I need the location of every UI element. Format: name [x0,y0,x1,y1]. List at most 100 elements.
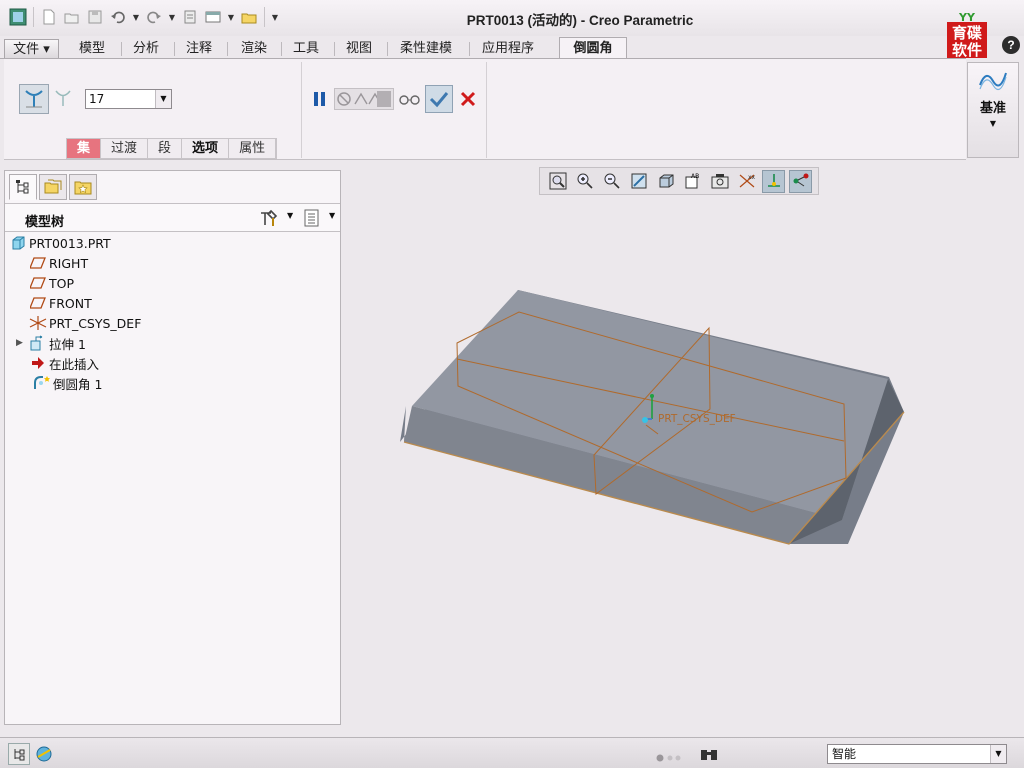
undo-dropdown-icon[interactable]: ▼ [131,7,141,27]
tab-flexible-modeling[interactable]: 柔性建模 [387,39,465,59]
datum-icon [978,67,1008,96]
app-icon[interactable] [8,7,28,27]
verify-glasses-icon[interactable] [398,88,422,110]
expand-arrow-icon[interactable]: ▶ [16,338,29,348]
regenerate-icon[interactable] [180,7,200,27]
redo-dropdown-icon[interactable]: ▼ [167,7,177,27]
redo-icon[interactable] [144,7,164,27]
csys-icon [29,315,47,331]
navigator-pane: 模型树 ▼ ▼ PRT0013.PRT RIGHT TOP FRONT PRT_… [4,170,341,725]
zoom-out-icon[interactable] [600,170,623,193]
tree-item-insert-here[interactable]: 在此插入 [29,353,99,373]
pause-icon[interactable] [309,88,331,110]
zoom-in-icon[interactable] [573,170,596,193]
tree-item-top[interactable]: TOP [29,273,74,293]
spin-center-icon[interactable] [762,169,785,193]
datum-label: 基准 [979,101,1006,116]
tab-model[interactable]: 模型 [67,39,117,59]
selection-filter-value: 智能 [832,747,857,761]
annotation-display-icon[interactable] [789,169,812,193]
tree-item-front[interactable]: FRONT [29,293,92,313]
customize-qat-icon[interactable]: ▼ [270,7,280,27]
subtab-pieces[interactable]: 段 [148,139,183,158]
tree-item-label: 在此插入 [49,356,100,372]
show-dropdown-icon[interactable]: ▼ [329,211,335,220]
refit-icon[interactable] [546,170,569,193]
navigator-toggle-icon[interactable] [8,743,30,765]
repaint-icon[interactable] [627,170,650,193]
folder-browser-tab-icon[interactable] [39,174,67,200]
radius-input[interactable]: 17 ▼ [85,89,172,109]
csys-label: PRT_CSYS_DEF [658,413,736,425]
title-bar: ▼ ▼ ▼ ▼ PRT0013 (活动的) - Creo Parametric [0,0,1024,36]
display-style-icon[interactable] [654,170,677,193]
subtab-properties[interactable]: 属性 [229,139,277,158]
datum-display-filters-icon[interactable]: xx [735,170,758,193]
tree-item-round[interactable]: 倒圆角 1 [33,373,102,393]
selection-filter-dropdown-icon[interactable]: ▼ [990,745,1006,763]
show-icon[interactable] [303,209,321,230]
round-icon [33,375,51,391]
extrude-icon [29,335,47,351]
tree-item-extrude[interactable]: ▶ 拉伸 1 [16,333,86,353]
tree-item-label: 倒圆角 1 [53,376,103,392]
tab-view[interactable]: 视图 [334,39,384,59]
circular-round-icon[interactable] [19,84,49,114]
save-icon[interactable] [85,7,105,27]
insert-here-arrow-icon [29,355,47,371]
model-tree-tab-icon[interactable] [9,174,37,200]
ribbon-tabs: 文件 ▾ 模型 分析 注释 渲染 工具 视图 柔性建模 应用程序 倒圆角 [0,37,1024,60]
model-tree-title: 模型树 [25,215,65,230]
tree-item-part[interactable]: PRT0013.PRT [9,233,111,253]
windows-icon[interactable] [203,7,223,27]
ribbon-divider [486,62,487,158]
svg-text:xx: xx [748,174,756,181]
tree-item-csys[interactable]: PRT_CSYS_DEF [29,313,141,333]
tree-item-right[interactable]: RIGHT [29,253,88,273]
tree-settings-icon[interactable] [259,209,281,230]
view-manager-icon[interactable] [708,170,731,193]
selection-filter[interactable]: 智能 ▼ [827,744,1007,764]
find-binoculars-icon[interactable] [697,744,721,764]
radius-dropdown-icon[interactable]: ▼ [155,90,171,108]
favorites-tab-icon[interactable] [69,174,97,200]
subtab-sets[interactable]: 集 [67,139,102,158]
svg-text:AB: AB [691,173,699,180]
ok-checkmark-button[interactable] [425,85,453,113]
tab-analysis[interactable]: 分析 [121,39,171,59]
windows-dropdown-icon[interactable]: ▼ [226,7,236,27]
preview-options-icon[interactable] [334,88,394,110]
tab-applications[interactable]: 应用程序 [469,39,547,59]
window-title: PRT0013 (活动的) - Creo Parametric [466,13,694,28]
undo-icon[interactable] [108,7,128,27]
tab-file[interactable]: 文件 ▾ [4,39,59,59]
datum-plane-icon [29,275,47,291]
datum-plane-icon [29,255,47,271]
status-bar: 智能 ▼ [0,737,1024,768]
new-icon[interactable] [39,7,59,27]
tree-item-label: PRT0013.PRT [29,235,111,251]
browser-toggle-icon[interactable] [33,743,55,765]
tab-render[interactable]: 渲染 [227,39,281,59]
tree-item-label: 拉伸 1 [49,336,86,352]
saved-orientations-icon[interactable]: AB [681,170,704,193]
tab-tools[interactable]: 工具 [281,39,331,59]
datum-button[interactable]: 基准 ▼ [967,62,1019,158]
datum-dropdown-icon: ▼ [989,119,997,128]
ribbon-divider [301,62,302,158]
close-window-icon[interactable] [239,7,259,27]
subtab-transitions[interactable]: 过渡 [101,139,149,158]
tree-item-label: PRT_CSYS_DEF [49,315,142,331]
model-tree-header: 模型树 ▼ ▼ [5,203,340,232]
tree-item-label: TOP [49,275,75,291]
tab-annotate[interactable]: 注释 [174,39,224,59]
tree-settings-dropdown-icon[interactable]: ▼ [287,211,293,220]
conic-round-icon[interactable] [51,86,75,110]
tab-round[interactable]: 倒圆角 [559,37,627,60]
open-icon[interactable] [62,7,82,27]
datum-plane-icon [29,295,47,311]
cancel-x-button[interactable] [457,88,479,110]
radius-value: 17 [89,92,105,106]
subtab-options[interactable]: 选项 [182,139,230,158]
graphics-window[interactable]: PRT_CSYS_DEF [342,196,1024,736]
